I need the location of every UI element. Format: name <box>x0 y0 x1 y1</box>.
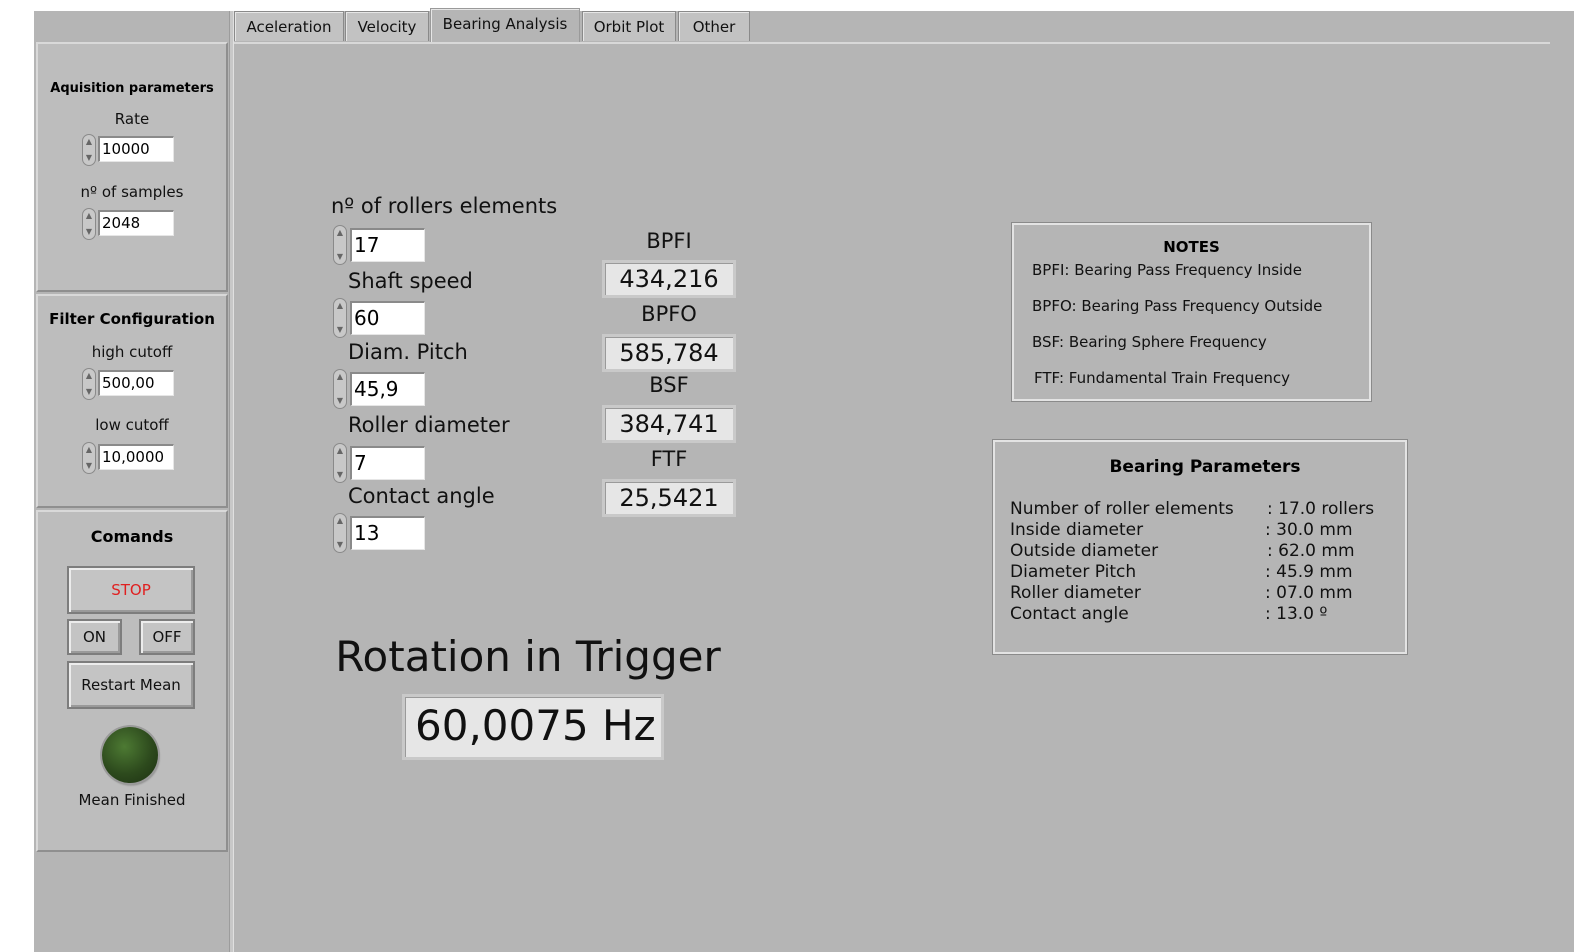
rate-input[interactable]: 10000 <box>98 136 174 162</box>
rollers-spinner[interactable]: ▲ ▼ <box>333 225 347 265</box>
ftf-label: FTF <box>650 447 688 471</box>
param-value: : 45.9 mm <box>1265 562 1353 582</box>
filter-panel: Filter Configuration high cutoff ▲ ▼ 500… <box>36 294 228 508</box>
tab-bearing-analysis[interactable]: Bearing Analysis <box>430 8 580 44</box>
param-name: Number of roller elements <box>1010 499 1234 519</box>
bearing-parameters-box: Bearing Parameters Number of roller elem… <box>992 439 1408 655</box>
rate-label: Rate <box>114 110 150 128</box>
spin-up-icon[interactable]: ▲ <box>335 372 345 382</box>
commands-title: Comands <box>90 527 174 546</box>
acquisition-panel: Aquisition parameters Rate ▲ ▼ 10000 nº … <box>36 42 228 292</box>
bsf-label: BSF <box>649 373 689 397</box>
bpfo-indicator: 585,784 <box>602 334 736 372</box>
acquisition-title: Aquisition parameters <box>50 81 214 96</box>
tab-content-border <box>234 42 1550 44</box>
spin-up-icon[interactable]: ▲ <box>84 211 94 221</box>
tab-other[interactable]: Other <box>678 11 750 41</box>
bpfi-label: BPFI <box>646 229 692 253</box>
roller-diameter-input[interactable]: 7 <box>350 446 425 480</box>
notes-title: NOTES <box>1163 238 1220 256</box>
bpfi-indicator: 434,216 <box>602 260 736 298</box>
diam-pitch-input[interactable]: 45,9 <box>350 372 425 406</box>
spin-down-icon[interactable]: ▼ <box>84 461 94 471</box>
rotation-title: Rotation in Trigger <box>335 632 721 681</box>
tab-aceleration[interactable]: Aceleration <box>234 11 344 41</box>
panel-divider <box>229 11 234 952</box>
param-value: : 07.0 mm <box>1265 583 1353 603</box>
param-value: : 62.0 mm <box>1267 541 1355 561</box>
filter-title: Filter Configuration <box>49 310 215 328</box>
diam-pitch-label: Diam. Pitch <box>348 340 468 364</box>
note-line: BPFO: Bearing Pass Frequency Outside <box>1032 297 1323 315</box>
shaft-speed-label: Shaft speed <box>348 269 473 293</box>
shaft-speed-spinner[interactable]: ▲ ▼ <box>333 298 347 338</box>
high-cutoff-input[interactable]: 500,00 <box>98 370 174 396</box>
off-button[interactable]: OFF <box>139 619 195 655</box>
tab-orbit-plot[interactable]: Orbit Plot <box>582 11 676 41</box>
mean-finished-led-icon <box>102 727 158 783</box>
on-button[interactable]: ON <box>67 619 122 655</box>
contact-angle-input[interactable]: 13 <box>350 516 425 550</box>
note-line: BSF: Bearing Sphere Frequency <box>1032 333 1267 351</box>
param-name: Roller diameter <box>1010 583 1141 603</box>
high-cutoff-spinner[interactable]: ▲ ▼ <box>82 368 96 400</box>
spin-up-icon[interactable]: ▲ <box>335 446 345 456</box>
low-cutoff-input[interactable]: 10,0000 <box>98 444 174 470</box>
spin-down-icon[interactable]: ▼ <box>335 470 345 480</box>
spin-down-icon[interactable]: ▼ <box>335 396 345 406</box>
param-value: : 13.0 º <box>1265 604 1328 624</box>
bpfo-label: BPFO <box>641 302 697 326</box>
param-name: Contact angle <box>1010 604 1129 624</box>
rollers-input[interactable]: 17 <box>350 228 425 262</box>
tab-velocity[interactable]: Velocity <box>345 11 429 41</box>
spin-down-icon[interactable]: ▼ <box>84 227 94 237</box>
contact-angle-label: Contact angle <box>348 484 495 508</box>
spin-down-icon[interactable]: ▼ <box>335 325 345 335</box>
contact-angle-spinner[interactable]: ▲ ▼ <box>333 513 347 553</box>
samples-input[interactable]: 2048 <box>98 210 174 236</box>
samples-label: nº of samples <box>80 183 184 201</box>
param-name: Outside diameter <box>1010 541 1159 561</box>
spin-down-icon[interactable]: ▼ <box>335 252 345 262</box>
tab-bar: Aceleration Velocity Bearing Analysis Or… <box>234 8 1574 44</box>
notes-box: NOTES BPFI: Bearing Pass Frequency Insid… <box>1011 222 1372 402</box>
ftf-indicator: 25,5421 <box>602 479 736 517</box>
param-value: : 17.0 rollers <box>1267 499 1375 519</box>
rollers-label: nº of rollers elements <box>331 194 558 218</box>
spin-up-icon[interactable]: ▲ <box>335 228 345 238</box>
rotation-indicator: 60,0075 Hz <box>402 694 664 760</box>
param-name: Diameter Pitch <box>1010 562 1137 582</box>
spin-down-icon[interactable]: ▼ <box>335 540 345 550</box>
bearing-parameters-title: Bearing Parameters <box>1109 457 1301 477</box>
spin-down-icon[interactable]: ▼ <box>84 153 94 163</box>
note-line: BPFI: Bearing Pass Frequency Inside <box>1032 261 1302 279</box>
spin-up-icon[interactable]: ▲ <box>335 301 345 311</box>
spin-up-icon[interactable]: ▲ <box>84 445 94 455</box>
spin-up-icon[interactable]: ▲ <box>84 137 94 147</box>
restart-mean-button[interactable]: Restart Mean <box>67 661 195 709</box>
roller-diameter-spinner[interactable]: ▲ ▼ <box>333 443 347 483</box>
samples-spinner[interactable]: ▲ ▼ <box>82 208 96 240</box>
spin-down-icon[interactable]: ▼ <box>84 387 94 397</box>
spin-up-icon[interactable]: ▲ <box>335 516 345 526</box>
shaft-speed-input[interactable]: 60 <box>350 301 425 335</box>
commands-panel: Comands STOP ON OFF Restart Mean Mean Fi… <box>36 510 228 852</box>
roller-diameter-label: Roller diameter <box>348 413 510 437</box>
stop-button[interactable]: STOP <box>67 566 195 614</box>
spin-up-icon[interactable]: ▲ <box>84 371 94 381</box>
diam-pitch-spinner[interactable]: ▲ ▼ <box>333 369 347 409</box>
note-line: FTF: Fundamental Train Frequency <box>1034 369 1290 387</box>
mean-finished-label: Mean Finished <box>78 791 186 809</box>
rate-spinner[interactable]: ▲ ▼ <box>82 134 96 166</box>
high-cutoff-label: high cutoff <box>91 343 173 361</box>
param-name: Inside diameter <box>1010 520 1144 540</box>
bsf-indicator: 384,741 <box>602 405 736 443</box>
param-value: : 30.0 mm <box>1265 520 1353 540</box>
low-cutoff-spinner[interactable]: ▲ ▼ <box>82 442 96 474</box>
low-cutoff-label: low cutoff <box>95 416 169 434</box>
